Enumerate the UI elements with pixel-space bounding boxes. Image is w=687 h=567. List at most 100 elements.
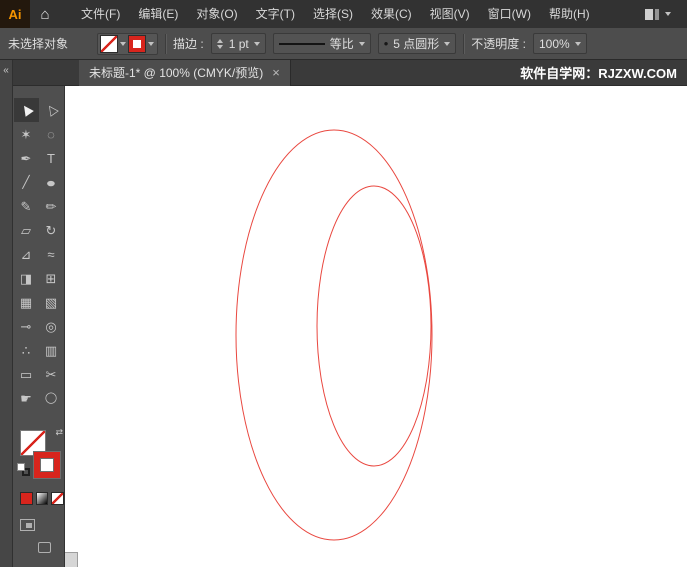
shape-builder-tool-icon: ◨ (19, 270, 33, 286)
app-logo: Ai (0, 0, 30, 28)
paintbrush-tool-icon: ✎ (20, 198, 32, 214)
stepper-icon[interactable] (216, 38, 223, 49)
document-area: 未标题-1* @ 100% (CMYK/预览) × 软件自学网：RJZXW.CO… (65, 59, 687, 567)
eraser-tool-icon: ▱ (21, 222, 31, 238)
zoom-tool-icon: ◯ (44, 391, 58, 404)
document-tab[interactable]: 未标题-1* @ 100% (CMYK/预览) × (79, 59, 291, 86)
column-graph-tool[interactable]: ▥ (39, 338, 64, 362)
toolbar-panel: ▶ ▷ ✶ ◌ ✒ T ╱ ● ✎ ✏ ▱ ↻ ⊿ ≈ ◨ ⊞ ▦ ▧ ⊸ ◎ ∴ ▥ ▭ ✂ ☛ ◯ ⇄ (13, 60, 65, 567)
workspace-switcher[interactable] (645, 8, 687, 20)
symbol-sprayer-tool[interactable]: ∴ (14, 338, 39, 362)
collapse-panels-icon[interactable]: « (3, 65, 9, 76)
stroke-swatch[interactable] (34, 452, 60, 478)
magic-wand-tool[interactable]: ✶ (14, 122, 39, 146)
shape-builder-tool[interactable]: ◨ (14, 266, 39, 290)
none-button[interactable] (51, 492, 65, 505)
stroke-weight-label: 描边 : (173, 37, 204, 51)
stroke-color-swatch[interactable] (129, 35, 146, 52)
menu-item-type[interactable]: 文字(T) (247, 0, 304, 28)
paintbrush-tool[interactable]: ✎ (14, 194, 39, 218)
default-fill-stroke-icon[interactable] (17, 463, 30, 476)
divider (165, 33, 167, 54)
scale-tool[interactable]: ⊿ (14, 242, 39, 266)
menu-item-window[interactable]: 窗口(W) (479, 0, 540, 28)
opacity-select[interactable]: 100% (532, 33, 587, 54)
selection-tool[interactable]: ▶ (13, 98, 39, 122)
menu-item-edit[interactable]: 编辑(E) (129, 0, 187, 28)
menu-item-view[interactable]: 视图(V) (421, 0, 479, 28)
fill-color-swatch[interactable] (101, 35, 118, 52)
blend-tool[interactable]: ◎ (39, 314, 64, 338)
direct-selection-tool[interactable]: ▷ (39, 98, 64, 122)
eyedropper-tool[interactable]: ⊸ (14, 314, 39, 338)
color-mode-buttons (20, 492, 65, 505)
pen-tool[interactable]: ✒ (14, 146, 39, 170)
home-icon[interactable]: ⌂ (30, 0, 60, 28)
status-text: 未选择对象 (8, 37, 69, 51)
toolbar-header[interactable] (13, 60, 65, 86)
symbol-sprayer-tool-icon: ∴ (21, 342, 31, 358)
menu-item-select[interactable]: 选择(S) (304, 0, 362, 28)
menu-item-file[interactable]: 文件(F) (72, 0, 129, 28)
magic-wand-tool-icon: ✶ (20, 126, 32, 142)
chevron-down-icon (358, 41, 365, 46)
width-profile-value: 等比 (329, 37, 354, 51)
swap-fill-stroke-icon[interactable]: ⇄ (55, 427, 63, 438)
rotate-tool[interactable]: ↻ (39, 218, 64, 242)
mode-buttons (13, 519, 64, 553)
ellipse-path-2[interactable] (316, 185, 432, 467)
width-profile-select[interactable]: 等比 (272, 33, 371, 54)
eraser-tool[interactable]: ▱ (14, 218, 39, 242)
width-tool[interactable]: ≈ (39, 242, 64, 266)
fill-stroke-group (97, 32, 159, 55)
color-button[interactable] (20, 492, 33, 505)
zoom-tool[interactable]: ◯ (39, 386, 64, 410)
mesh-tool[interactable]: ▦ (14, 290, 39, 314)
pencil-tool[interactable]: ✏ (39, 194, 64, 218)
ellipse-tool[interactable]: ● (39, 170, 64, 194)
slice-tool[interactable]: ✂ (39, 362, 64, 386)
menu-item-effect[interactable]: 效果(C) (362, 0, 421, 28)
tool-grid: ▶ ▷ ✶ ◌ ✒ T ╱ ● ✎ ✏ ▱ ↻ ⊿ ≈ ◨ ⊞ ▦ ▧ ⊸ ◎ ∴ ▥ ▭ ✂ ☛ ◯ (13, 86, 64, 410)
rotate-tool-icon: ↻ (45, 222, 57, 238)
artboard-tool[interactable]: ▭ (14, 362, 39, 386)
artboard-svg[interactable] (65, 86, 687, 567)
perspective-grid-tool[interactable]: ⊞ (39, 266, 64, 290)
tab-bar: 未标题-1* @ 100% (CMYK/预览) × 软件自学网：RJZXW.CO… (65, 59, 687, 86)
stroke-weight-value: 1 pt (228, 36, 249, 51)
ellipse-path-1[interactable] (235, 129, 433, 541)
direct-selection-tool-icon: ▷ (41, 101, 61, 119)
brush-definition-select[interactable]: • 5 点圆形 (377, 33, 457, 54)
column-graph-tool-icon: ▥ (44, 342, 58, 358)
menu-item-object[interactable]: 对象(O) (187, 0, 246, 28)
stroke-chevron-icon[interactable] (148, 41, 155, 46)
workspace: « ▶ ▷ ✶ ◌ ✒ T ╱ ● ✎ ✏ ▱ ↻ ⊿ ≈ ◨ ⊞ ▦ ▧ ⊸ ◎ ∴ ▥ ▭ ✂ ☛ ◯ ⇄ (0, 59, 687, 567)
slice-tool-icon: ✂ (45, 366, 57, 382)
chevron-down-icon (665, 12, 671, 16)
tab-close-icon[interactable]: × (272, 65, 280, 80)
fill-chevron-icon[interactable] (120, 41, 127, 46)
control-bar: 未选择对象 描边 : 1 pt 等比 • 5 点圆形 不透明度 : 100% (0, 28, 687, 60)
draw-mode-icon[interactable] (20, 519, 35, 531)
panel-collapse-strip[interactable]: « (0, 60, 13, 567)
canvas[interactable] (65, 86, 687, 567)
type-tool[interactable]: T (39, 146, 64, 170)
brush-dot-icon: • (383, 36, 389, 51)
line-segment-tool[interactable]: ╱ (14, 170, 39, 194)
opacity-label: 不透明度 : (471, 37, 526, 51)
hand-tool[interactable]: ☛ (14, 386, 39, 410)
perspective-grid-tool-icon: ⊞ (45, 270, 57, 286)
lasso-tool-icon: ◌ (47, 126, 55, 142)
gradient-button[interactable] (35, 492, 49, 505)
line-segment-tool-icon: ╱ (22, 175, 30, 189)
menu-item-help[interactable]: 帮助(H) (540, 0, 599, 28)
lasso-tool[interactable]: ◌ (39, 122, 64, 146)
stroke-weight-select[interactable]: 1 pt (210, 33, 266, 54)
pen-tool-icon: ✒ (20, 150, 32, 166)
fill-stroke-indicator: ⇄ (17, 427, 63, 478)
divider (463, 33, 465, 54)
gradient-tool[interactable]: ▧ (39, 290, 64, 314)
blend-tool-icon: ◎ (45, 318, 57, 334)
menubar: Ai ⌂ 文件(F) 编辑(E) 对象(O) 文字(T) 选择(S) 效果(C) 视图(V)… (0, 0, 687, 28)
screen-mode-icon[interactable] (38, 542, 51, 553)
